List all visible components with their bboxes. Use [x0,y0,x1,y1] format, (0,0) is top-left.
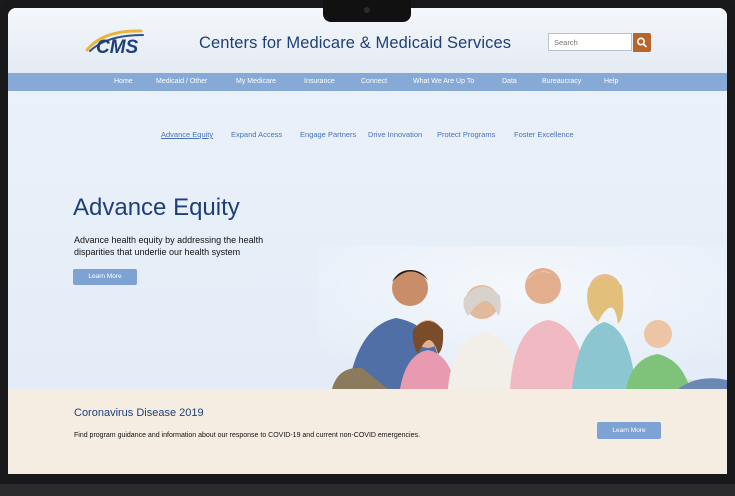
hero-learn-more-button[interactable]: Learn More [73,269,137,285]
family-photo [318,246,727,389]
laptop-base [0,484,735,496]
search-button[interactable] [633,33,651,52]
covid-title: Coronavirus Disease 2019 [74,407,204,419]
hero-section: Advance Equity Expand Access Engage Part… [8,91,727,389]
covid-description: Find program guidance and information ab… [74,432,420,439]
subnav-protect-programs[interactable]: Protect Programs [437,130,495,139]
search-icon [637,37,647,48]
hero-description: Advance health equity by addressing the … [74,235,264,257]
nav-connect[interactable]: Connect [361,73,387,91]
site-title: Centers for Medicare & Medicaid Services [199,34,512,52]
subnav-expand-access[interactable]: Expand Access [231,130,282,139]
subnav-drive-innovation[interactable]: Drive Innovation [368,130,422,139]
camera-icon [364,7,370,13]
logo-text: CMS [96,37,139,56]
nav-data[interactable]: Data [502,73,517,91]
covid-learn-more-button[interactable]: Learn More [597,422,661,439]
main-nav: Home Medicaid / Other My Medicare Insura… [8,73,727,91]
nav-my-medicare[interactable]: My Medicare [236,73,276,91]
nav-help[interactable]: Help [604,73,618,91]
subnav-foster-excellence[interactable]: Foster Excellence [514,130,574,139]
hero-title: Advance Equity [73,194,240,221]
nav-home[interactable]: Home [114,73,133,91]
nav-what-we-are-up-to[interactable]: What We Are Up To [413,73,474,91]
cms-logo[interactable]: CMS [83,26,163,58]
search-input[interactable] [548,33,632,51]
nav-insurance[interactable]: Insurance [304,73,335,91]
subnav-engage-partners[interactable]: Engage Partners [300,130,356,139]
subnav-advance-equity[interactable]: Advance Equity [161,130,213,139]
nav-bureaucracy[interactable]: Bureaucracy [542,73,581,91]
covid-section: Coronavirus Disease 2019 Find program gu… [8,389,727,474]
browser-screen: CMS Centers for Medicare & Medicaid Serv… [8,8,727,474]
nav-medicaid-other[interactable]: Medicaid / Other [156,73,207,91]
